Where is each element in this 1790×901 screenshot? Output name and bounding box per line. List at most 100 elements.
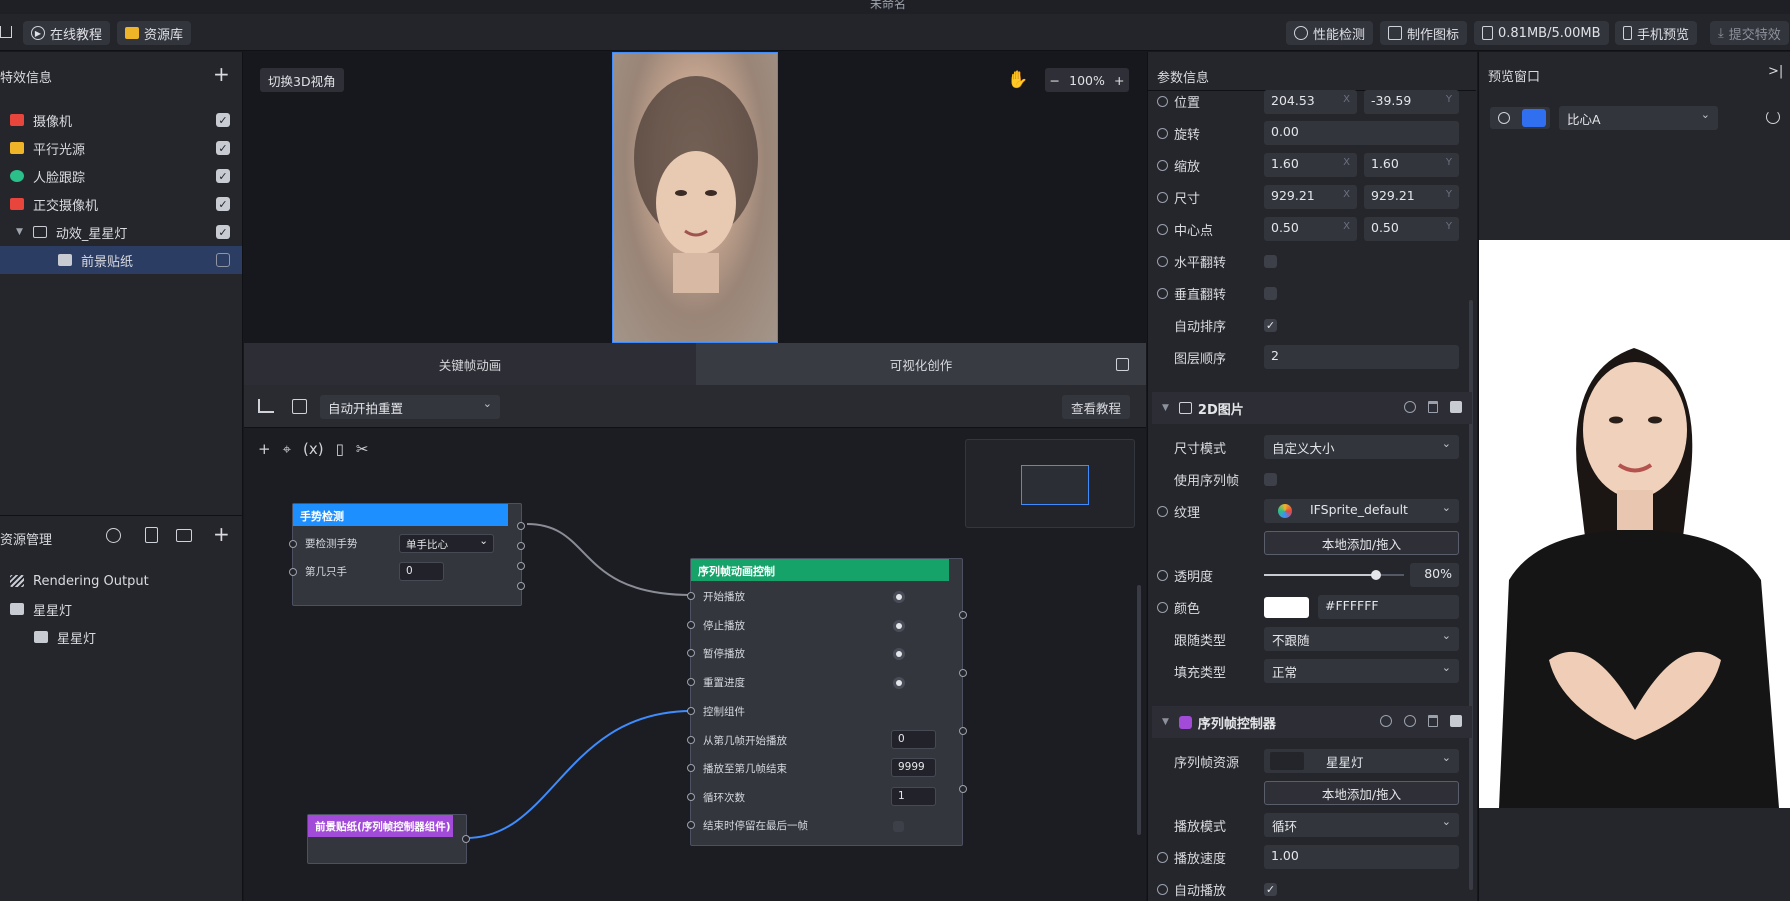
auto-sort-checkbox[interactable]: ✓: [1264, 319, 1277, 332]
hand-tool-icon[interactable]: ✋: [1007, 70, 1028, 90]
input-port[interactable]: [289, 568, 297, 576]
section-seq-controller-header[interactable]: ▼ 序列帧控制器: [1152, 706, 1472, 738]
expand-icon[interactable]: [1116, 358, 1129, 371]
fill-select[interactable]: 正常 ⌄: [1264, 659, 1459, 683]
tree-item-face-track[interactable]: 人脸跟踪 ✓: [0, 162, 242, 190]
hand-index-field[interactable]: 0: [399, 562, 444, 581]
node-seq-control[interactable]: 序列帧动画控制 开始播放 停止播放 暂停播放 重置进度 控制组件 从第几帧开始播…: [687, 558, 967, 846]
zoom-in-button[interactable]: +: [1114, 73, 1124, 88]
trigger-radio[interactable]: [893, 591, 905, 603]
output-port[interactable]: [959, 669, 967, 677]
seq-res-select[interactable]: 星星灯 ⌄: [1264, 749, 1459, 773]
preview-gesture-select[interactable]: 比心A ⌄: [1559, 106, 1718, 130]
follow-select[interactable]: 不跟随 ⌄: [1264, 627, 1459, 651]
input-port[interactable]: [687, 793, 695, 801]
input-port[interactable]: [687, 678, 695, 686]
help-icon[interactable]: [106, 528, 121, 543]
output-port[interactable]: [462, 835, 470, 843]
input-port[interactable]: [687, 707, 695, 715]
gesture-select[interactable]: 单手比心 ⌄: [399, 534, 494, 553]
node-sticker[interactable]: 前景贴纸(序列帧控制器组件): [307, 814, 470, 864]
trigger-radio[interactable]: [893, 648, 905, 660]
output-port[interactable]: [517, 562, 525, 570]
tree-item-group[interactable]: ▼ 动效_星星灯 ✓: [0, 218, 242, 246]
input-port[interactable]: [687, 736, 695, 744]
output-port[interactable]: [959, 785, 967, 793]
keyframe-icon[interactable]: [1157, 191, 1168, 203]
trigger-radio[interactable]: [893, 677, 905, 689]
add-keyframe-icon[interactable]: [1404, 715, 1416, 727]
size-mode-select[interactable]: 自定义大小 ⌄: [1264, 435, 1459, 459]
add-local-texture-button[interactable]: 本地添加/拖入: [1264, 531, 1459, 555]
position-y-input[interactable]: -39.59 Y: [1364, 90, 1459, 114]
tutorial-button[interactable]: ▶ 在线教程: [23, 21, 111, 45]
size-y-input[interactable]: 929.21 Y: [1364, 185, 1459, 209]
keyframe-icon[interactable]: [1157, 223, 1168, 235]
output-port[interactable]: [517, 582, 525, 590]
layer-order-input[interactable]: 2: [1264, 345, 1459, 369]
view-tutorial-button[interactable]: 查看教程: [1062, 395, 1131, 419]
graph-select[interactable]: 自动开拍重置 ⌄: [320, 395, 500, 419]
node-gesture-detect[interactable]: 手势检测 要检测手势 单手比心 ⌄ 第几只手 0: [289, 503, 525, 606]
flip-h-checkbox[interactable]: [1264, 255, 1277, 268]
mobile-preview-button[interactable]: 手机预览: [1615, 21, 1698, 45]
output-port[interactable]: [959, 727, 967, 735]
visibility-checkbox[interactable]: [216, 253, 230, 267]
output-port[interactable]: [517, 542, 525, 550]
resource-item-render-output[interactable]: Rendering Output: [0, 567, 242, 595]
layout-panel-icon[interactable]: [292, 399, 307, 414]
start-frame-field[interactable]: 0: [891, 730, 936, 749]
input-port[interactable]: [687, 821, 695, 829]
delete-icon[interactable]: [1428, 401, 1438, 413]
input-port[interactable]: [289, 540, 297, 548]
add-local-seq-button[interactable]: 本地添加/拖入: [1264, 781, 1459, 805]
output-port[interactable]: [959, 611, 967, 619]
assets-button[interactable]: 资源库: [117, 21, 192, 45]
chevron-down-icon[interactable]: ▼: [1162, 403, 1169, 413]
autoplay-checkbox[interactable]: ✓: [1264, 883, 1277, 896]
pivot-x-input[interactable]: 0.50 X: [1264, 217, 1357, 241]
opacity-slider-thumb[interactable]: [1371, 570, 1381, 580]
perf-button[interactable]: 性能检测: [1286, 21, 1374, 45]
position-x-input[interactable]: 204.53 X: [1264, 90, 1357, 114]
keyframe-icon[interactable]: [1157, 851, 1168, 863]
eye-icon[interactable]: [1498, 112, 1510, 124]
keyframe-icon[interactable]: [1157, 95, 1168, 107]
keyframe-icon[interactable]: [1157, 255, 1168, 267]
chevron-down-icon[interactable]: ▼: [1162, 717, 1169, 727]
toggle-3d-button[interactable]: 切换3D视角: [260, 68, 344, 92]
new-folder-icon[interactable]: [176, 529, 192, 542]
input-port[interactable]: [687, 649, 695, 657]
tree-item-sticker[interactable]: 前景贴纸: [0, 246, 242, 274]
keyframe-icon[interactable]: [1157, 505, 1168, 517]
input-port[interactable]: [687, 764, 695, 772]
node-header[interactable]: 序列帧动画控制: [691, 559, 949, 581]
keyframe-icon[interactable]: [1157, 287, 1168, 299]
help-icon[interactable]: [1380, 715, 1392, 727]
tree-item-light[interactable]: 平行光源 ✓: [0, 134, 242, 162]
keyframe-icon[interactable]: [1157, 601, 1168, 613]
visibility-checkbox[interactable]: ✓: [216, 169, 230, 183]
color-hex-input[interactable]: #FFFFFF: [1318, 595, 1459, 619]
refresh-icon[interactable]: [1766, 110, 1780, 124]
tab-keyframe[interactable]: 关键帧动画: [244, 343, 696, 385]
layout-tree-icon[interactable]: [258, 399, 274, 413]
size-x-input[interactable]: 929.21 X: [1264, 185, 1357, 209]
rotation-input[interactable]: 0.00: [1264, 121, 1459, 145]
tree-item-camera[interactable]: 摄像机 ✓: [0, 106, 242, 134]
loop-count-field[interactable]: 1: [891, 787, 936, 806]
keyframe-icon[interactable]: [1157, 569, 1168, 581]
node-header[interactable]: 前景贴纸(序列帧控制器组件): [308, 815, 453, 837]
home-icon[interactable]: [0, 26, 12, 38]
opacity-input[interactable]: 80%: [1410, 563, 1459, 587]
camera-mode-icon[interactable]: [1522, 109, 1546, 127]
scale-x-input[interactable]: 1.60 X: [1264, 153, 1357, 177]
add-keyframe-icon[interactable]: [1404, 401, 1416, 413]
input-port[interactable]: [687, 592, 695, 600]
zoom-out-button[interactable]: −: [1050, 73, 1060, 88]
output-port[interactable]: [517, 522, 525, 530]
input-port[interactable]: [687, 621, 695, 629]
visibility-checkbox[interactable]: ✓: [216, 141, 230, 155]
opacity-slider[interactable]: [1264, 568, 1404, 582]
add-resource-button[interactable]: +: [213, 522, 230, 546]
